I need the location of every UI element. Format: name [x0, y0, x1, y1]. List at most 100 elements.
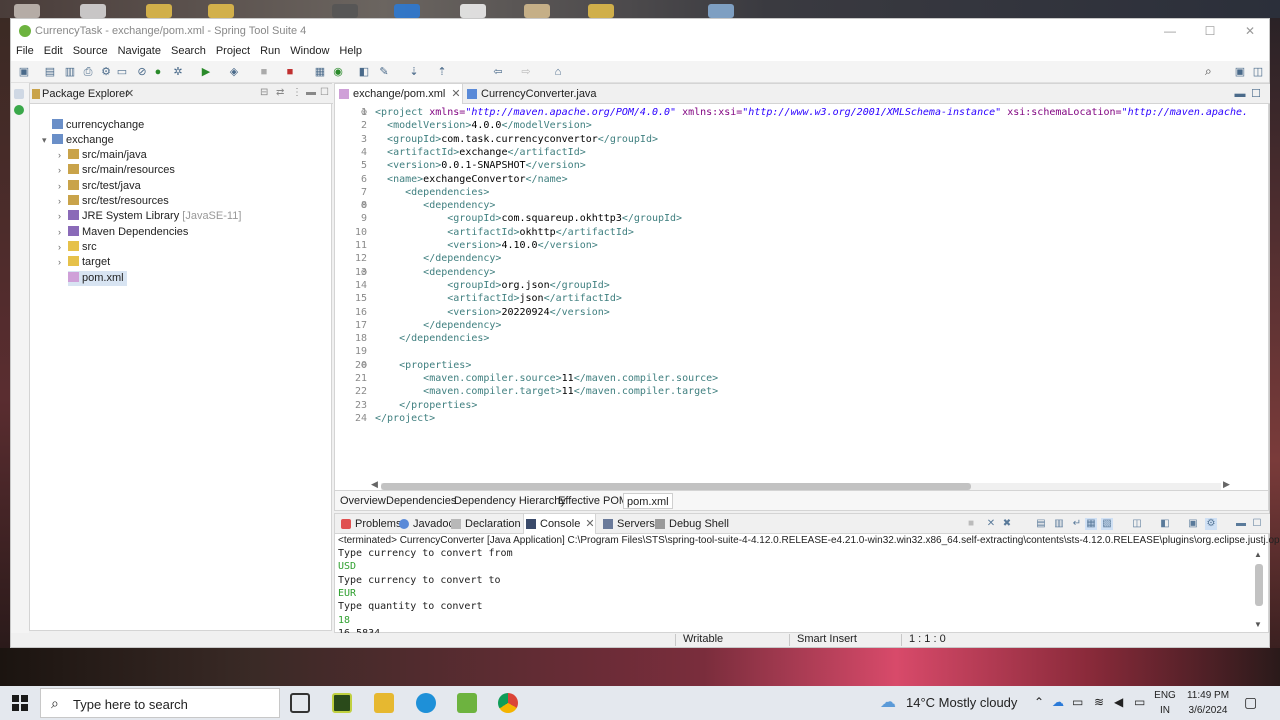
chevron-right-icon[interactable]: › — [58, 148, 68, 163]
next-annotation-icon[interactable]: ⇣ — [407, 65, 421, 79]
build-icon[interactable]: ⚙ — [99, 65, 113, 79]
chevron-right-icon[interactable]: › — [58, 163, 68, 178]
desktop-icon[interactable] — [588, 4, 614, 18]
clock-time[interactable]: 11:49 PM — [1182, 690, 1234, 701]
stop-icon[interactable]: ■ — [257, 65, 271, 79]
menu-search[interactable]: Search — [166, 43, 211, 59]
code-line[interactable]: <maven.compiler.target>11</maven.compile… — [375, 386, 718, 397]
fold-marker-icon[interactable]: ⊖ — [357, 267, 367, 278]
weather-cloud-icon[interactable]: ☁ — [880, 692, 896, 712]
skip-breakpoints-icon[interactable]: ⊘ — [135, 65, 149, 79]
code-line[interactable]: <groupId>com.task.currencyconvertor</gro… — [375, 134, 658, 145]
scroll-left-icon[interactable]: ◀ — [371, 479, 378, 490]
new-java-project-icon[interactable]: ▦ — [313, 65, 327, 79]
tree-item-currencychange[interactable]: currencychange — [42, 118, 144, 133]
scroll-down-icon[interactable]: ▼ — [1254, 620, 1262, 629]
remove-all-terminated-icon[interactable]: ✖ — [1001, 518, 1013, 530]
code-line[interactable]: <maven.compiler.source>11</maven.compile… — [375, 373, 718, 384]
menu-source[interactable]: Source — [68, 43, 113, 59]
scroll-up-icon[interactable]: ▲ — [1254, 550, 1262, 559]
tab-servers[interactable]: Servers — [601, 514, 655, 534]
maximize-view-icon[interactable]: ☐ — [320, 87, 329, 98]
menu-edit[interactable]: Edit — [39, 43, 68, 59]
java-perspective-icon[interactable]: ◫ — [1251, 65, 1265, 79]
fold-marker-icon[interactable]: ⊖ — [357, 107, 367, 118]
tab-javadoc[interactable]: Javadoc — [397, 514, 454, 534]
code-line[interactable]: </properties> — [375, 400, 477, 411]
debug-icon[interactable]: ✲ — [171, 65, 185, 79]
restore-icon[interactable] — [14, 89, 24, 99]
onedrive-icon[interactable]: ☁ — [1052, 695, 1064, 709]
input-indicator[interactable]: IN — [1152, 705, 1178, 716]
vertical-scrollbar[interactable]: ▲ ▼ — [1253, 550, 1265, 630]
pin-console-icon[interactable]: ◫ — [1131, 518, 1143, 530]
tab-pom-xml[interactable]: pom.xml — [623, 493, 673, 509]
tab-effective-pom[interactable]: Effective POM — [555, 493, 631, 509]
minimize-editor-icon[interactable]: ▬ — [1233, 87, 1247, 101]
tree-item-src-test-java[interactable]: › src/test/java — [58, 179, 141, 194]
tab-currencyconverter-java[interactable]: CurrencyConverter.java — [463, 84, 603, 104]
maximize-button[interactable]: ☐ — [1195, 22, 1225, 40]
open-console-icon[interactable]: ◧ — [1159, 518, 1171, 530]
display-console-icon[interactable]: ▣ — [1187, 518, 1199, 530]
clock-date[interactable]: 3/6/2024 — [1182, 705, 1234, 716]
terminate-icon[interactable]: ■ — [965, 518, 977, 530]
fold-marker-icon[interactable]: ⊖ — [357, 360, 367, 371]
code-line[interactable]: <groupId>org.json</groupId> — [375, 280, 610, 291]
menu-navigate[interactable]: Navigate — [113, 43, 166, 59]
code-line[interactable]: <version>20220924</version> — [375, 307, 610, 318]
code-line[interactable]: <dependency> — [375, 200, 495, 211]
tree-item-exchange[interactable]: ▾ exchange — [42, 133, 114, 148]
tree-item-maven-dependencies[interactable]: › Maven Dependencies — [58, 225, 188, 240]
package-explorer-tab[interactable]: Package Explorer ✕ ⊟ ⇄ ⋮ ▬ ☐ — [30, 84, 333, 104]
desktop-icon[interactable] — [460, 4, 486, 18]
view-menu-icon[interactable]: ⋮ — [292, 87, 302, 98]
close-icon[interactable]: ✕ — [125, 87, 134, 100]
code-line[interactable]: <artifactId>json</artifactId> — [375, 293, 622, 304]
link-editor-icon[interactable]: ⇄ — [276, 87, 284, 98]
fold-marker-icon[interactable]: ⊖ — [357, 200, 367, 211]
code-line[interactable]: <dependencies> — [375, 187, 489, 198]
desktop-icon[interactable] — [524, 4, 550, 18]
show-on-output-icon[interactable]: ▦ — [1085, 518, 1097, 530]
close-button[interactable]: ✕ — [1235, 22, 1265, 40]
chevron-right-icon[interactable]: › — [58, 255, 68, 270]
code-line[interactable]: </dependency> — [375, 253, 501, 264]
scroll-lock-icon[interactable]: ▥ — [1053, 518, 1065, 530]
pin-editor-icon[interactable]: ⌂ — [551, 65, 565, 79]
scroll-thumb[interactable] — [1255, 564, 1263, 606]
code-line[interactable]: </dependency> — [375, 320, 501, 331]
language-indicator[interactable]: ENG — [1152, 690, 1178, 701]
notepad-app-icon[interactable] — [332, 693, 352, 713]
desktop-icon[interactable] — [394, 4, 420, 18]
desktop-icon[interactable] — [708, 4, 734, 18]
close-icon[interactable]: ✕ — [585, 518, 594, 530]
chevron-right-icon[interactable]: › — [58, 225, 68, 240]
code-line[interactable]: <properties> — [375, 360, 471, 371]
code-line[interactable]: <groupId>com.squareup.okhttp3</groupId> — [375, 213, 682, 224]
code-line[interactable]: <artifactId>exchange</artifactId> — [375, 147, 586, 158]
code-line[interactable]: <version>4.10.0</version> — [375, 240, 598, 251]
menu-window[interactable]: Window — [285, 43, 334, 59]
code-line[interactable]: <artifactId>okhttp</artifactId> — [375, 227, 634, 238]
desktop-icon[interactable] — [146, 4, 172, 18]
back-icon[interactable]: ⇦ — [491, 65, 505, 79]
tab-dependencies[interactable]: Dependencies — [383, 493, 459, 509]
scroll-right-icon[interactable]: ▶ — [1223, 479, 1230, 490]
spring-boot-icon[interactable]: ● — [151, 65, 165, 79]
tab-overview[interactable]: Overview — [337, 493, 389, 509]
open-task-icon[interactable]: ✎ — [377, 65, 391, 79]
battery-icon[interactable]: ▭ — [1134, 695, 1145, 709]
chevron-right-icon[interactable]: › — [58, 240, 68, 255]
chevron-right-icon[interactable]: › — [58, 179, 68, 194]
chevron-down-icon[interactable]: ▾ — [42, 133, 52, 148]
code-line[interactable]: <modelVersion>4.0.0</modelVersion> — [375, 120, 592, 131]
remove-launch-icon[interactable]: ✕ — [985, 518, 997, 530]
desktop-icon[interactable] — [208, 4, 234, 18]
windows-start-icon[interactable] — [12, 695, 28, 711]
open-type-icon[interactable]: ◧ — [357, 65, 371, 79]
code-line[interactable]: <dependency> — [375, 267, 495, 278]
scroll-thumb[interactable] — [381, 483, 971, 490]
minimize-view-icon[interactable]: ▬ — [306, 87, 316, 98]
spring-tool-suite-taskbar-icon[interactable] — [457, 693, 477, 713]
